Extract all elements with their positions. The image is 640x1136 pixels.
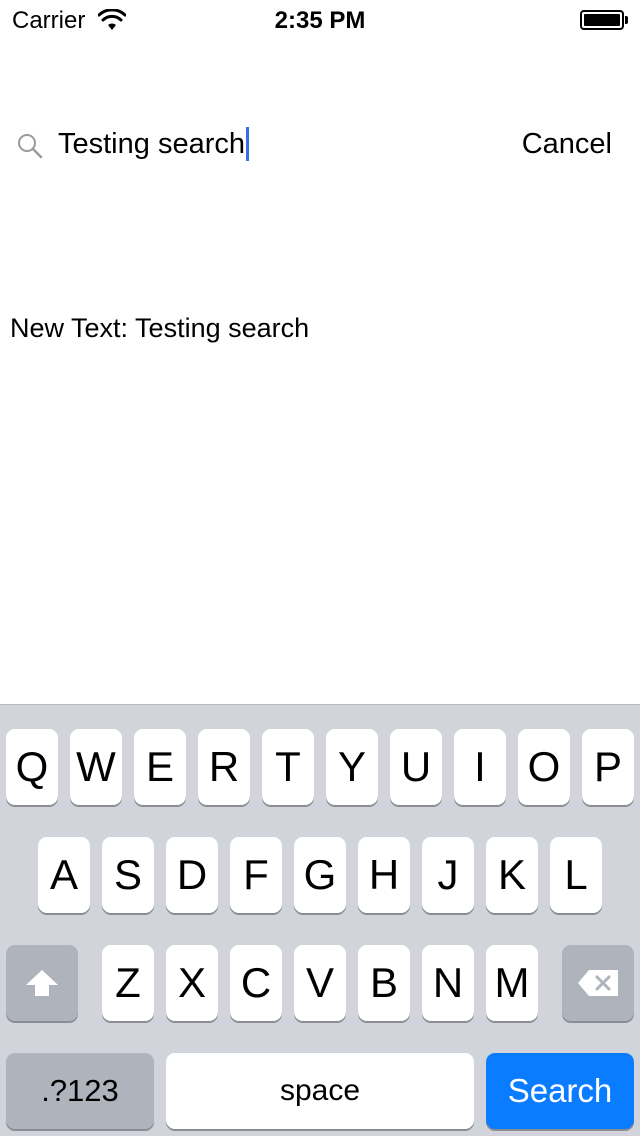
key-g[interactable]: G xyxy=(294,837,346,913)
key-o[interactable]: O xyxy=(518,729,570,805)
delete-key[interactable] xyxy=(562,945,634,1021)
result-label: New Text: Testing search xyxy=(10,313,310,343)
search-key[interactable]: Search xyxy=(486,1053,634,1129)
clock-time: 2:35 PM xyxy=(274,7,366,34)
key-f[interactable]: F xyxy=(230,837,282,913)
search-input-text: Testing search xyxy=(58,128,245,160)
key-b[interactable]: B xyxy=(358,945,410,1021)
key-s[interactable]: S xyxy=(102,837,154,913)
key-z[interactable]: Z xyxy=(102,945,154,1021)
cancel-button[interactable]: Cancel xyxy=(522,126,612,162)
key-e[interactable]: E xyxy=(134,729,186,805)
key-y[interactable]: Y xyxy=(326,729,378,805)
key-a[interactable]: A xyxy=(38,837,90,913)
shift-arrow-icon xyxy=(26,970,58,996)
search-input[interactable]: Testing search xyxy=(58,126,478,162)
space-key[interactable]: space xyxy=(166,1053,474,1129)
key-k[interactable]: K xyxy=(486,837,538,913)
key-r[interactable]: R xyxy=(198,729,250,805)
key-u[interactable]: U xyxy=(390,729,442,805)
key-q[interactable]: Q xyxy=(6,729,58,805)
key-x[interactable]: X xyxy=(166,945,218,1021)
status-bar: Carrier 2:35 PM xyxy=(0,0,640,40)
key-d[interactable]: D xyxy=(166,837,218,913)
backspace-icon xyxy=(578,970,618,996)
shift-key[interactable] xyxy=(6,945,78,1021)
key-j[interactable]: J xyxy=(422,837,474,913)
key-m[interactable]: M xyxy=(486,945,538,1021)
battery-fill xyxy=(584,14,620,26)
text-caret xyxy=(246,127,249,161)
screen: Carrier 2:35 PM Testing search Cancel Ne… xyxy=(0,0,640,1136)
key-n[interactable]: N xyxy=(422,945,474,1021)
search-bar: Testing search Cancel xyxy=(0,108,640,180)
key-v[interactable]: V xyxy=(294,945,346,1021)
key-p[interactable]: P xyxy=(582,729,634,805)
key-l[interactable]: L xyxy=(550,837,602,913)
search-icon xyxy=(18,134,43,159)
battery-icon xyxy=(580,10,628,30)
key-t[interactable]: T xyxy=(262,729,314,805)
key-i[interactable]: I xyxy=(454,729,506,805)
key-w[interactable]: W xyxy=(70,729,122,805)
numbers-key[interactable]: .?123 xyxy=(6,1053,154,1129)
key-c[interactable]: C xyxy=(230,945,282,1021)
keyboard: QWERTYUIOP ASDFGHJKL ZXCVBNM .?123 space… xyxy=(0,704,640,1136)
key-h[interactable]: H xyxy=(358,837,410,913)
